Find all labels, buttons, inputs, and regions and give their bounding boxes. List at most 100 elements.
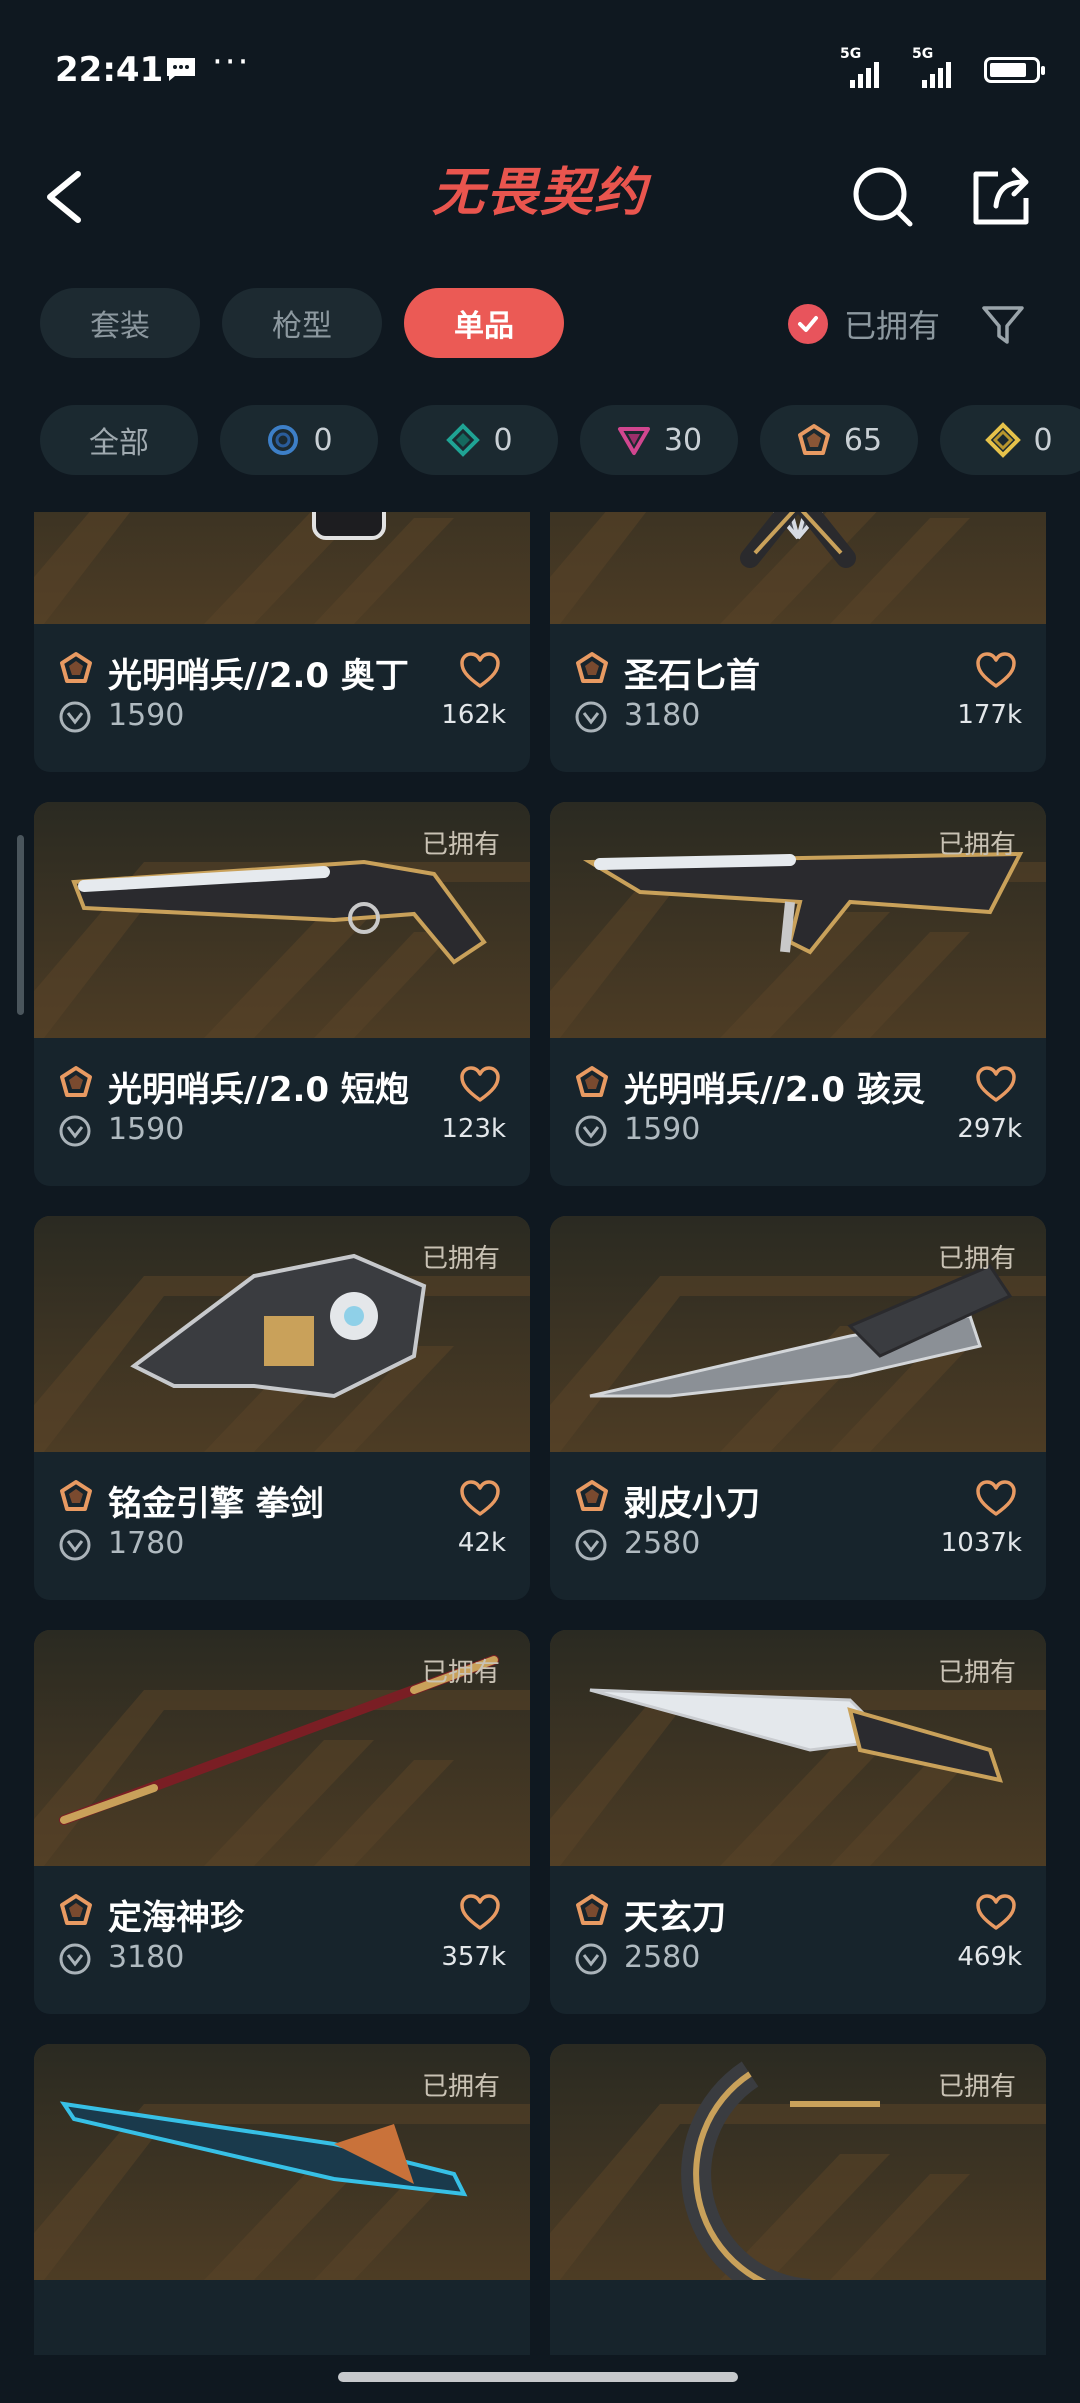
exclusive-tier-icon [574, 1064, 610, 1100]
checkmark-icon [788, 304, 828, 344]
favorite-heart-icon[interactable] [976, 1480, 1016, 1518]
item-name: 光明哨兵//2.0 奥丁 [108, 656, 409, 696]
ultra-tier-icon [985, 422, 1022, 458]
chip-ultra-tier[interactable]: 0 [940, 405, 1080, 475]
battery-icon [984, 57, 1045, 83]
signal-strength-icon: 5G [840, 46, 898, 88]
favorite-heart-icon[interactable] [976, 652, 1016, 690]
item-card[interactable]: 已拥有剥皮小刀 2580 1037k [550, 1216, 1046, 1600]
item-image[interactable]: 已拥有 [550, 2044, 1046, 2280]
owned-filter-toggle[interactable]: 已拥有 [788, 295, 940, 353]
owned-tag: 已拥有 [421, 1658, 500, 1688]
vp-currency-icon [574, 1114, 608, 1148]
item-image[interactable]: 已拥有 [550, 512, 1046, 624]
favorite-heart-icon[interactable] [460, 652, 500, 690]
item-price: 1590 [108, 698, 185, 733]
exclusive-tier-icon [58, 1064, 94, 1100]
owned-tag: 已拥有 [937, 1244, 1016, 1274]
favorite-heart-icon[interactable] [976, 1066, 1016, 1104]
like-count: 1037k [940, 1528, 1022, 1558]
item-image[interactable]: 已拥有 [550, 1216, 1046, 1452]
chip-exclusive-tier[interactable]: 65 [760, 405, 918, 475]
item-price: 2580 [624, 1940, 701, 1975]
chip-premium-tier[interactable]: 30 [580, 405, 738, 475]
item-image[interactable]: 已拥有 [550, 802, 1046, 1038]
category-tabs: 套装 枪型 单品 [40, 288, 564, 358]
vp-currency-icon [58, 1528, 92, 1562]
owned-tag: 已拥有 [421, 830, 500, 860]
item-card[interactable]: 已拥有定海神珍 3180 357k [34, 1630, 530, 2014]
chip-all[interactable]: 全部 [40, 405, 198, 475]
item-name: 定海神珍 [108, 1898, 244, 1938]
like-count: 123k [441, 1114, 506, 1144]
item-name: 剥皮小刀 [624, 1484, 760, 1524]
vp-currency-icon [58, 700, 92, 734]
item-image[interactable]: 已拥有 [34, 512, 530, 624]
item-card[interactable]: 已拥有圣石匕首3180 177k [550, 512, 1046, 772]
item-card[interactable]: 已拥有 光明哨兵//2.0 短炮 1590 123k [34, 802, 530, 1186]
item-name: 天玄刀 [624, 1898, 726, 1938]
vp-currency-icon [58, 1942, 92, 1976]
item-price: 2580 [624, 1526, 701, 1561]
item-card[interactable]: 已拥有 光明哨兵//2.0 骇灵 1590 297k [550, 802, 1046, 1186]
chip-select-tier[interactable]: 0 [220, 405, 378, 475]
item-card[interactable]: 已拥有 铭金引擎 拳剑 1780 42k [34, 1216, 530, 1600]
like-count: 162k [441, 700, 506, 730]
page-title-logo: 无畏契约 [431, 163, 648, 223]
message-notification-icon [167, 58, 195, 81]
item-image[interactable]: 已拥有 [550, 1630, 1046, 1866]
item-card[interactable]: 已拥有 [34, 2044, 530, 2355]
item-price: 3180 [108, 1940, 185, 1975]
tab-bundles[interactable]: 套装 [40, 288, 200, 358]
chip-deluxe-tier[interactable]: 0 [400, 405, 558, 475]
item-grid: 已拥有光明哨兵//2.0 奥丁1590162k已拥有圣石匕首3180177k已拥… [34, 512, 1046, 2355]
item-image[interactable]: 已拥有 [34, 802, 530, 1038]
share-icon[interactable] [968, 152, 1034, 242]
filter-funnel-icon[interactable] [978, 296, 1028, 352]
scrollbar-thumb[interactable] [17, 835, 24, 1015]
item-price: 1780 [108, 1526, 185, 1561]
vp-currency-icon [58, 1114, 92, 1148]
rarity-filter-chips: 全部 0 0 30 65 0 [40, 405, 1080, 475]
like-count: 177k [957, 700, 1022, 730]
item-card[interactable]: 已拥有光明哨兵//2.0 奥丁1590 162k [34, 512, 530, 772]
exclusive-tier-icon [58, 1892, 94, 1928]
vp-currency-icon [574, 1942, 608, 1976]
vp-currency-icon [574, 700, 608, 734]
more-notifications-icon: ··· [212, 42, 251, 82]
item-artwork [740, 512, 856, 568]
status-bar: 22:41 ··· 5G 5G [0, 0, 1080, 140]
exclusive-tier-icon [574, 1892, 610, 1928]
exclusive-tier-icon [58, 650, 94, 686]
item-image[interactable]: 已拥有 [34, 2044, 530, 2280]
app-header: 无畏契约 [0, 140, 1080, 260]
like-count: 297k [957, 1114, 1022, 1144]
favorite-heart-icon[interactable] [460, 1894, 500, 1932]
search-icon[interactable] [850, 152, 916, 242]
tab-single-items[interactable]: 单品 [404, 288, 564, 358]
status-time: 22:41 [55, 50, 164, 90]
home-indicator[interactable] [338, 2372, 738, 2382]
favorite-heart-icon[interactable] [976, 1894, 1016, 1932]
tab-weapon-types[interactable]: 枪型 [222, 288, 382, 358]
item-image[interactable]: 已拥有 [34, 1630, 530, 1866]
item-price: 3180 [624, 698, 701, 733]
item-grid-viewport[interactable]: 已拥有光明哨兵//2.0 奥丁1590162k已拥有圣石匕首3180177k已拥… [0, 512, 1080, 2355]
item-price: 1590 [108, 1112, 185, 1147]
premium-tier-icon [617, 427, 650, 455]
vp-currency-icon [574, 1528, 608, 1562]
favorite-heart-icon[interactable] [460, 1066, 500, 1104]
signal-strength-icon: 5G [912, 46, 970, 88]
owned-tag: 已拥有 [421, 2072, 500, 2102]
item-price: 1590 [624, 1112, 701, 1147]
item-image[interactable]: 已拥有 [34, 1216, 530, 1452]
owned-tag: 已拥有 [937, 1658, 1016, 1688]
item-card[interactable]: 已拥有 天玄刀 2580 469k [550, 1630, 1046, 2014]
deluxe-tier-icon [446, 423, 481, 457]
favorite-heart-icon[interactable] [460, 1480, 500, 1518]
like-count: 357k [441, 1942, 506, 1972]
item-card[interactable]: 已拥有 [550, 2044, 1046, 2355]
item-name: 铭金引擎 拳剑 [108, 1484, 324, 1524]
select-tier-icon [268, 425, 299, 455]
owned-tag: 已拥有 [421, 1244, 500, 1274]
